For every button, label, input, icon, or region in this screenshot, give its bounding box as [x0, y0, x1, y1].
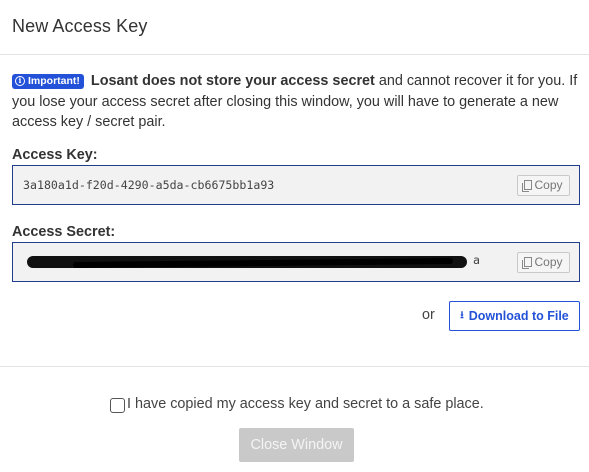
dialog-header: New Access Key: [0, 0, 589, 55]
access-key-field[interactable]: 3a180a1d-f20d-4290-a5da-cb6675bb1a93 Cop…: [12, 164, 580, 205]
access-secret-visible-tail: a: [473, 252, 480, 267]
access-key-value[interactable]: 3a180a1d-f20d-4290-a5da-cb6675bb1a93: [23, 178, 274, 192]
important-badge-label: Important!: [28, 74, 80, 87]
copy-icon: [522, 180, 533, 192]
copy-button-label: Copy: [534, 255, 563, 269]
important-notice: i Important! Losant does not store your a…: [12, 71, 579, 133]
confirm-copied-checkbox[interactable]: [110, 398, 125, 413]
dialog-footer: I have copied my access key and secret t…: [0, 366, 589, 472]
close-window-button[interactable]: Close Window: [239, 428, 354, 462]
copy-access-secret-button[interactable]: Copy: [517, 251, 570, 273]
copy-button-label: Copy: [534, 178, 563, 192]
confirm-copied-label[interactable]: I have copied my access key and secret t…: [127, 396, 484, 412]
important-badge: i Important!: [12, 73, 84, 89]
or-text: or: [422, 307, 435, 323]
dialog-body: i Important! Losant does not store your a…: [0, 55, 589, 282]
copy-icon: [522, 257, 533, 269]
notice-bold-text: Losant does not store your access secret: [90, 73, 375, 89]
copy-access-key-button[interactable]: Copy: [517, 174, 570, 196]
download-icon: ⭳: [460, 309, 464, 321]
download-row: or ⭳ Download to File: [0, 301, 589, 331]
download-button-label: Download to File: [468, 309, 569, 323]
download-to-file-button[interactable]: ⭳ Download to File: [449, 301, 580, 331]
access-secret-field[interactable]: a Copy: [12, 241, 580, 282]
access-key-label: Access Key:: [12, 146, 98, 163]
info-icon: i: [15, 76, 25, 86]
dialog-title: New Access Key: [12, 16, 148, 36]
confirm-copied-row[interactable]: I have copied my access key and secret t…: [110, 394, 484, 413]
access-secret-label: Access Secret:: [12, 223, 116, 240]
